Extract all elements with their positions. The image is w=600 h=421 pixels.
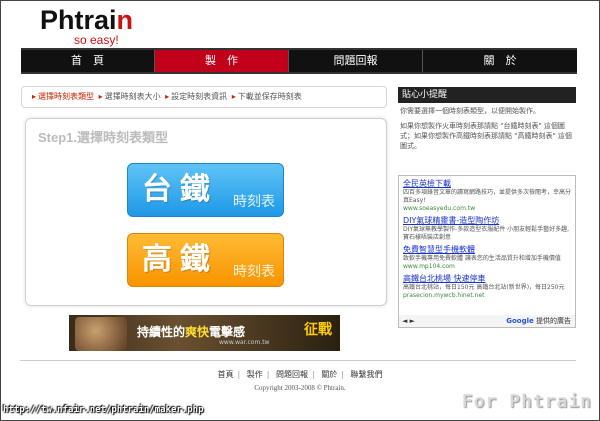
hsr-button-label: 高鐵 (142, 242, 218, 277)
ad-url: www.soeasyedu.com.tw (403, 205, 476, 212)
footer-link-home[interactable]: 首頁 (218, 370, 234, 379)
logo-tagline: so easy! (74, 33, 119, 47)
footer-link-contact[interactable]: 聯繫我們 (351, 370, 383, 379)
ad-link[interactable]: 全民英檢下載 (403, 179, 571, 189)
ad-item: 免費智慧型手機軟體 致軟手機專用免費軟體 讓表您的生活品質升和增加手機價值 ww… (399, 242, 575, 271)
ad-banner[interactable]: 持續性的爽快電擊感 www.war.com.tw 征戰 (69, 315, 340, 351)
breadcrumb-step-3: 設定時刻表資訊 (171, 92, 228, 101)
tips-paragraph-1: 你需要選擇一個時刻表類型，以便開始製作。 (400, 107, 540, 115)
footer-link-about[interactable]: 關於 (321, 370, 337, 379)
ad-description: 四百多項錄音文章的讀寫網路技巧，並提供多次檢閱考，幸高分真Easy! (403, 189, 572, 204)
ads-footer: ◄ ► Google 提供的廣告 (399, 315, 575, 327)
ad-link[interactable]: 免費智慧型手機軟體 (403, 245, 571, 255)
tra-timetable-button[interactable]: 台鐵 時刻表 (127, 163, 284, 217)
banner-game-logo: 征戰 (304, 322, 332, 338)
nav-report[interactable]: 問題回報 (289, 50, 423, 72)
nav-maker[interactable]: 製 作 (155, 50, 289, 72)
ad-description: 高鐵台北桃站，每日150元 高鐵台北站(新世界)，每日250元 (403, 284, 565, 291)
watermark: For Phtrain (461, 391, 592, 412)
logo-wordmark: Phtrain (40, 5, 134, 35)
ad-url: www.mp104.com (403, 263, 455, 270)
ad-item: 全民英檢下載 四百多項錄音文章的讀寫網路技巧，並提供多次檢閱考，幸高分真Easy… (399, 176, 575, 213)
tra-button-label: 台鐵 (142, 172, 218, 207)
tips-content: 你需要選擇一個時刻表類型，以便開始製作。 如果你想製作火車時刻表那請點 "台鐵時… (400, 106, 576, 156)
banner-slogan: 持續性的爽快電擊感 (137, 325, 246, 339)
hsr-timetable-button[interactable]: 高鐵 時刻表 (127, 233, 284, 287)
ad-description: 致軟手機專用免費軟體 讓表您的生活品質升和增加手機價值 (403, 255, 561, 262)
breadcrumb-arrow: ▸ (32, 92, 37, 101)
banner-character-image (75, 317, 127, 351)
ad-description: DIY氣球無教學製作-多款造型衣服配件 小朋友輕鬆手藝好多趣,寶石樣唔裝店創意 (403, 226, 570, 241)
ads-provider[interactable]: Google 提供的廣告 (506, 315, 571, 327)
footer-link-maker[interactable]: 製作 (247, 370, 263, 379)
footer-link-report[interactable]: 問題回報 (276, 370, 308, 379)
nav-home[interactable]: 首 頁 (21, 50, 155, 72)
page-url-overlay: http://tw.nfair.net/phtrain/maker.php (3, 405, 204, 415)
ad-item: 高鐵台北桃場 快速停車 高鐵台北桃站，每日150元 高鐵台北站(新世界)，每日2… (399, 271, 575, 300)
breadcrumb-arrow: ▸ (98, 92, 103, 101)
breadcrumb-step-4: 下載並保存時刻表 (237, 92, 302, 101)
ad-item: DIY氣球精靈書-造型陶作坊 DIY氣球無教學製作-多款造型衣服配件 小朋友輕鬆… (399, 213, 575, 242)
step-title: Step1.選擇時刻表類型 (38, 130, 169, 145)
nav-about[interactable]: 關 於 (423, 50, 577, 72)
main-nav: 首 頁 製 作 問題回報 關 於 (21, 48, 577, 74)
step-panel: Step1.選擇時刻表類型 台鐵 時刻表 高鐵 時刻表 (25, 118, 387, 306)
ad-url: prasecion.mywcb.hinet.net (403, 292, 485, 299)
hsr-button-sublabel: 時刻表 (233, 264, 275, 280)
tips-heading: 貼心小提醒 (398, 87, 576, 103)
breadcrumb-arrow: ▸ (165, 92, 170, 101)
breadcrumb: ▸ 選擇時刻表類型 ▸ 選擇時刻表大小 ▸ 設定時刻表資訊 ▸ 下載並保存時刻表 (21, 86, 387, 108)
tra-button-sublabel: 時刻表 (233, 194, 275, 210)
ad-link[interactable]: DIY氣球精靈書-造型陶作坊 (403, 216, 571, 226)
breadcrumb-step-2: 選擇時刻表大小 (104, 92, 161, 101)
breadcrumb-step-1: 選擇時刻表類型 (38, 92, 95, 101)
banner-url: www.war.com.tw (219, 339, 270, 346)
footer-links: 首頁 | 製作 | 問題回報 | 關於 | 聯繫我們 (217, 370, 383, 379)
breadcrumb-arrow: ▸ (231, 92, 236, 101)
site-logo[interactable]: Phtrain so easy! (40, 6, 133, 46)
google-ads-box: 全民英檢下載 四百多項錄音文章的讀寫網路技巧，並提供多次檢閱考，幸高分真Easy… (398, 175, 576, 328)
footer-divider (20, 360, 576, 361)
tips-paragraph-2: 如果你想製作火車時刻表那請點 "台鐵時刻表" 這個圖式；如果你想製作高鐵時刻表那… (400, 122, 572, 150)
ads-nav-arrows[interactable]: ◄ ► (402, 315, 415, 327)
ad-link[interactable]: 高鐵台北桃場 快速停車 (403, 274, 571, 284)
